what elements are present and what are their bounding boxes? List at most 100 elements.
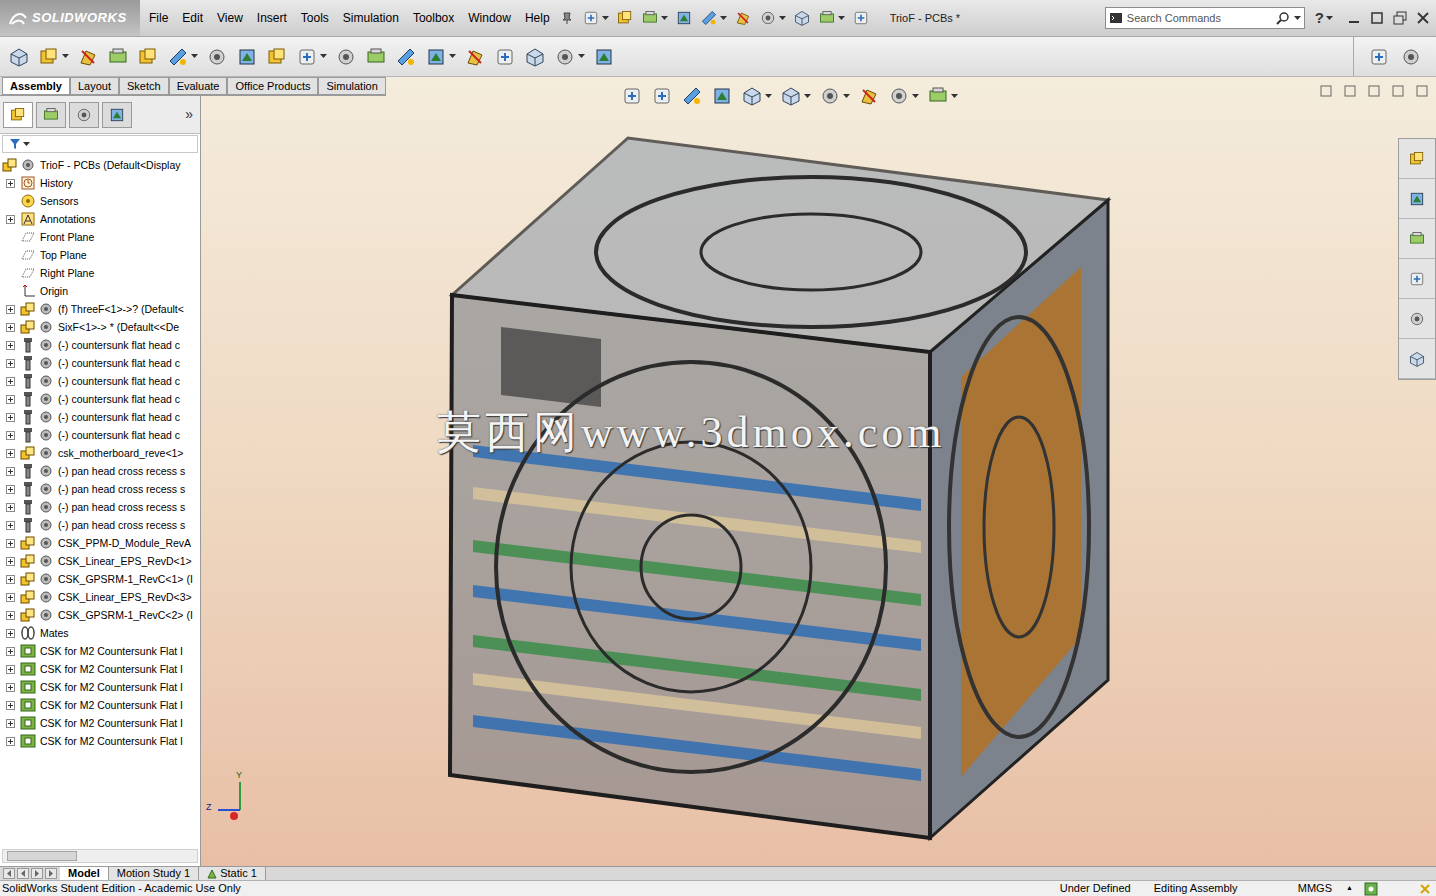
tool-icon[interactable] xyxy=(1408,310,1426,328)
maximize-icon[interactable] xyxy=(1393,11,1407,25)
tool-icon[interactable] xyxy=(852,9,870,27)
tree-item[interactable]: (-) countersunk flat head c xyxy=(0,408,200,426)
tree-item[interactable]: SixF<1>-> * (Default<<De xyxy=(0,318,200,336)
tool-icon[interactable] xyxy=(1400,46,1422,68)
panel-tab[interactable] xyxy=(3,102,33,128)
tree-item[interactable]: (-) countersunk flat head c xyxy=(0,354,200,372)
tool-icon[interactable] xyxy=(675,9,693,27)
tree-item[interactable]: (-) countersunk flat head c xyxy=(0,390,200,408)
tool-icon[interactable] xyxy=(700,9,718,27)
dropdown-arrow-icon[interactable] xyxy=(951,94,958,99)
minimize-icon[interactable] xyxy=(1347,11,1361,25)
tree-item[interactable]: CSK_GPSRM-1_RevC<2> (I xyxy=(0,606,200,624)
menu-item[interactable]: Insert xyxy=(257,9,287,27)
tree-item[interactable]: CSK_Linear_EPS_RevD<1> xyxy=(0,552,200,570)
tool-icon[interactable] xyxy=(759,9,777,27)
expand-icon[interactable] xyxy=(6,737,15,746)
tool-icon[interactable] xyxy=(734,9,752,27)
dropdown-arrow-icon[interactable] xyxy=(578,54,585,59)
tool-icon[interactable] xyxy=(38,46,60,68)
tool-icon[interactable] xyxy=(793,9,811,27)
status-units[interactable]: MMGS xyxy=(1298,880,1332,896)
tree-item[interactable]: CSK_Linear_EPS_RevD<3> xyxy=(0,588,200,606)
tree-item[interactable]: (-) pan head cross recess s xyxy=(0,516,200,534)
tool-icon[interactable] xyxy=(494,46,516,68)
dropdown-arrow-icon[interactable] xyxy=(765,94,772,99)
expand-icon[interactable] xyxy=(6,467,15,476)
dropdown-arrow-icon[interactable] xyxy=(602,16,609,21)
expand-icon[interactable] xyxy=(6,719,15,728)
tool-icon[interactable] xyxy=(741,85,763,107)
tree-item[interactable]: History xyxy=(0,174,200,192)
tool-icon[interactable] xyxy=(858,85,880,107)
dropdown-arrow-icon[interactable] xyxy=(720,16,727,21)
tool-icon[interactable] xyxy=(425,46,447,68)
tree-item[interactable]: CSK for M2 Countersunk Flat I xyxy=(0,642,200,660)
expand-icon[interactable] xyxy=(6,701,15,710)
tree-item[interactable]: Right Plane xyxy=(0,264,200,282)
tool-icon[interactable] xyxy=(236,46,258,68)
search-icon[interactable] xyxy=(1276,11,1290,25)
menu-item[interactable]: Simulation xyxy=(343,9,399,27)
tool-icon[interactable] xyxy=(42,106,60,124)
task-pane-tab[interactable] xyxy=(1399,339,1435,379)
tree-item[interactable]: (-) countersunk flat head c xyxy=(0,372,200,390)
tree-item[interactable]: Annotations xyxy=(0,210,200,228)
tree-item[interactable]: CSK for M2 Countersunk Flat I xyxy=(0,678,200,696)
expand-icon[interactable] xyxy=(6,593,15,602)
tree-item[interactable]: Front Plane xyxy=(0,228,200,246)
tool-icon[interactable] xyxy=(464,46,486,68)
tree-item[interactable]: CSK for M2 Countersunk Flat I xyxy=(0,660,200,678)
pin-icon[interactable] xyxy=(560,11,574,25)
tree-item[interactable]: (-) pan head cross recess s xyxy=(0,462,200,480)
expand-icon[interactable] xyxy=(6,395,15,404)
expand-icon[interactable] xyxy=(6,521,15,530)
expand-icon[interactable] xyxy=(6,629,15,638)
menu-item[interactable]: View xyxy=(217,9,243,27)
task-pane-tab[interactable] xyxy=(1399,299,1435,339)
tool-icon[interactable] xyxy=(8,46,30,68)
tree-item[interactable]: (-) pan head cross recess s xyxy=(0,480,200,498)
tool-icon[interactable] xyxy=(927,85,949,107)
tree-item[interactable]: CSK_GPSRM-1_RevC<1> (I xyxy=(0,570,200,588)
expand-icon[interactable] xyxy=(6,179,15,188)
viewport-control-icon[interactable] xyxy=(1368,85,1380,97)
rebuild-icon[interactable] xyxy=(1418,882,1432,896)
tool-icon[interactable] xyxy=(616,9,634,27)
menu-item[interactable]: Edit xyxy=(182,9,203,27)
panel-tab[interactable] xyxy=(36,102,66,128)
command-tab[interactable]: Evaluate xyxy=(169,77,228,95)
tool-icon[interactable] xyxy=(554,46,576,68)
viewport-control-icon[interactable] xyxy=(1416,85,1428,97)
tool-icon[interactable] xyxy=(593,46,615,68)
tool-icon[interactable] xyxy=(1408,190,1426,208)
tree-item[interactable]: CSK for M2 Countersunk Flat I xyxy=(0,714,200,732)
dropdown-arrow-icon[interactable] xyxy=(320,54,327,59)
tree-item[interactable]: Origin xyxy=(0,282,200,300)
tree-item[interactable]: (-) countersunk flat head c xyxy=(0,426,200,444)
close-icon[interactable] xyxy=(1416,11,1430,25)
expand-icon[interactable] xyxy=(6,611,15,620)
menu-item[interactable]: Toolbox xyxy=(413,9,454,27)
search-commands[interactable]: Search Commands xyxy=(1105,7,1305,29)
tool-icon[interactable] xyxy=(108,106,126,124)
dropdown-arrow-icon[interactable] xyxy=(843,94,850,99)
tool-icon[interactable] xyxy=(1408,230,1426,248)
cubesat-model[interactable] xyxy=(201,77,1436,866)
panel-more-button[interactable]: » xyxy=(185,104,197,125)
expand-icon[interactable] xyxy=(6,341,15,350)
tool-icon[interactable] xyxy=(818,9,836,27)
dropdown-arrow-icon[interactable] xyxy=(838,16,845,21)
units-arrow[interactable]: ▲ xyxy=(1346,883,1360,894)
tree-item[interactable]: (-) countersunk flat head c xyxy=(0,336,200,354)
expand-icon[interactable] xyxy=(6,377,15,386)
tool-icon[interactable] xyxy=(75,106,93,124)
expand-icon[interactable] xyxy=(6,359,15,368)
bottom-tab[interactable]: Motion Study 1 xyxy=(109,867,199,880)
expand-icon[interactable] xyxy=(6,503,15,512)
menu-item[interactable]: File xyxy=(149,9,168,27)
expand-icon[interactable] xyxy=(6,305,15,314)
tree-item[interactable]: csk_motherboard_reve<1> xyxy=(0,444,200,462)
expand-icon[interactable] xyxy=(6,215,15,224)
tab-scroll-icon[interactable] xyxy=(3,868,15,879)
